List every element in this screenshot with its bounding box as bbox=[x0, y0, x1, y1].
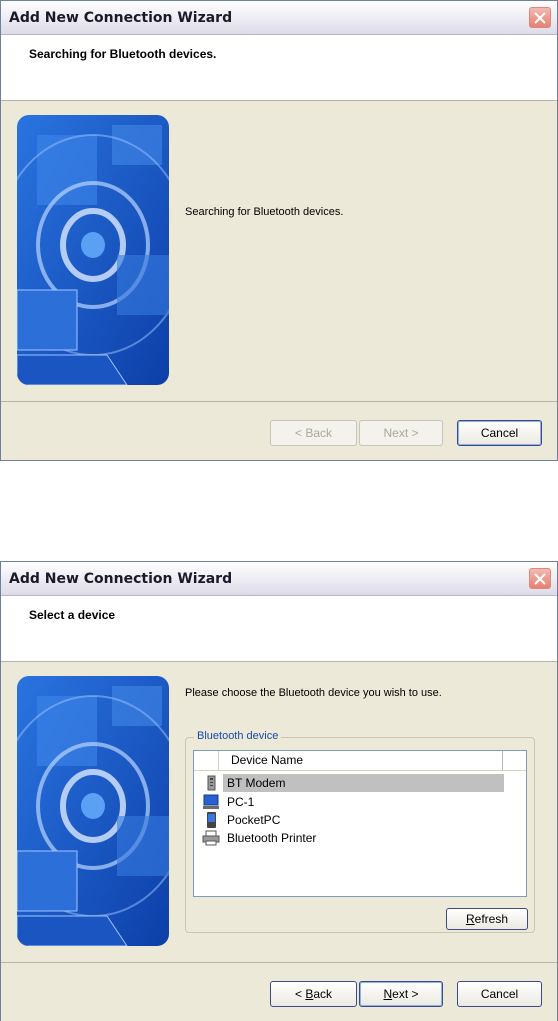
device-name: Bluetooth Printer bbox=[227, 831, 317, 845]
printer-icon bbox=[202, 830, 220, 846]
title-bar: Add New Connection Wizard bbox=[1, 1, 557, 35]
close-button[interactable] bbox=[529, 568, 551, 589]
refresh-label-mnemonic: R bbox=[465, 912, 475, 926]
next-button[interactable]: Next > bbox=[359, 981, 443, 1007]
back-button[interactable]: < Back bbox=[270, 420, 357, 446]
bluetooth-wizard-illustration bbox=[17, 676, 169, 946]
next-label-post: ext > bbox=[392, 987, 419, 1001]
device-name: PocketPC bbox=[227, 813, 281, 827]
column-header-device-name[interactable]: Device Name bbox=[218, 751, 503, 770]
list-header: Device Name bbox=[194, 751, 526, 771]
wizard-footer: < Back Next > Cancel bbox=[1, 962, 557, 1021]
close-button[interactable] bbox=[529, 7, 551, 28]
instruction-text: Please choose the Bluetooth device you w… bbox=[185, 687, 442, 699]
back-label-pre: < bbox=[294, 987, 306, 1001]
wizard-window-searching: Add New Connection Wizard Searching for … bbox=[0, 0, 558, 461]
modem-icon bbox=[202, 775, 220, 791]
wizard-footer: < Back Next > Cancel bbox=[1, 401, 557, 460]
page-title: Select a device bbox=[29, 608, 116, 622]
device-name: BT Modem bbox=[223, 774, 504, 792]
device-item-pc-1[interactable]: PC-1 bbox=[198, 793, 508, 811]
bluetooth-wizard-illustration bbox=[17, 115, 169, 385]
device-item-pocketpc[interactable]: PocketPC bbox=[198, 811, 508, 829]
group-label: Bluetooth device bbox=[194, 730, 282, 742]
title-bar: Add New Connection Wizard bbox=[1, 562, 557, 596]
window-title: Add New Connection Wizard bbox=[9, 571, 233, 587]
wizard-window-select-device: Add New Connection Wizard Select a devic… bbox=[0, 561, 558, 1021]
computer-icon bbox=[202, 794, 220, 810]
wizard-body: Please choose the Bluetooth device you w… bbox=[1, 663, 557, 961]
pda-icon bbox=[202, 812, 220, 828]
wizard-header: Select a device bbox=[1, 596, 557, 662]
device-item-bluetooth-printer[interactable]: Bluetooth Printer bbox=[198, 829, 508, 847]
page-title: Searching for Bluetooth devices. bbox=[29, 47, 217, 61]
device-item-bt-modem[interactable]: BT Modem bbox=[198, 774, 508, 792]
back-button[interactable]: < Back bbox=[270, 981, 357, 1007]
next-button[interactable]: Next > bbox=[359, 420, 443, 446]
close-icon bbox=[534, 573, 546, 585]
bluetooth-device-group: Bluetooth device Device Name BT Modem PC… bbox=[185, 730, 535, 933]
back-label-post: ack bbox=[313, 987, 333, 1001]
cancel-button[interactable]: Cancel bbox=[457, 420, 542, 446]
next-label-mnemonic: N bbox=[383, 987, 393, 1001]
wizard-header: Searching for Bluetooth devices. bbox=[1, 35, 557, 101]
refresh-button[interactable]: Refresh bbox=[446, 908, 528, 930]
window-title: Add New Connection Wizard bbox=[9, 10, 233, 26]
cancel-button[interactable]: Cancel bbox=[457, 981, 542, 1007]
device-name: PC-1 bbox=[227, 795, 255, 809]
refresh-label-post: efresh bbox=[474, 912, 509, 926]
status-text: Searching for Bluetooth devices. bbox=[185, 206, 344, 218]
wizard-body: Searching for Bluetooth devices. bbox=[1, 102, 557, 400]
close-icon bbox=[534, 12, 546, 24]
device-list[interactable]: Device Name BT Modem PC-1 PocketPC Bluet… bbox=[193, 750, 527, 897]
